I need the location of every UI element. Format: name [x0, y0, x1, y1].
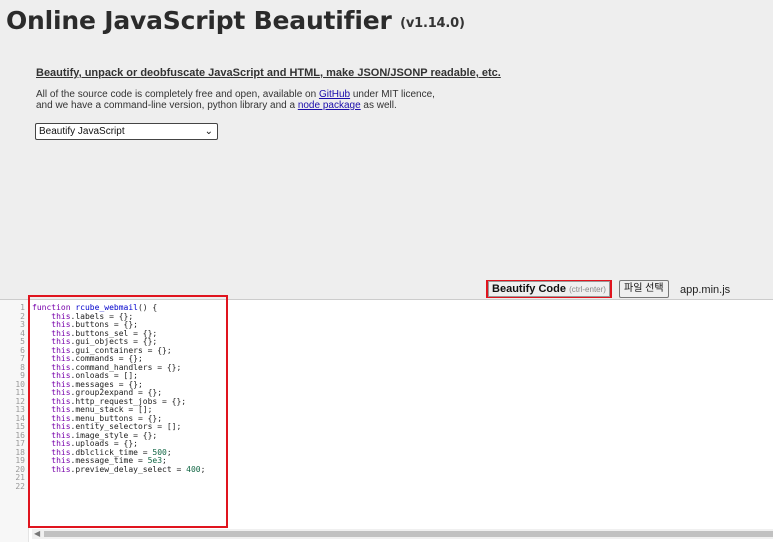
mode-select[interactable]: Beautify JavaScript ⌄	[35, 123, 218, 140]
scrollbar-thumb[interactable]	[44, 531, 773, 537]
horizontal-scrollbar[interactable]: ◀	[32, 529, 773, 539]
github-link[interactable]: GitHub	[319, 89, 350, 100]
description-line-1: All of the source code is completely fre…	[36, 89, 435, 100]
description-line-2: and we have a command-line version, pyth…	[36, 100, 397, 111]
selected-file-name: app.min.js	[680, 284, 731, 296]
node-package-link[interactable]: node package	[298, 100, 361, 111]
beautify-code-label: Beautify Code	[492, 283, 566, 295]
beautify-code-button-highlight: Beautify Code (ctrl-enter)	[486, 280, 612, 298]
description: All of the source code is completely fre…	[36, 89, 435, 111]
title-text: Online JavaScript Beautifier	[6, 6, 392, 35]
beautify-code-button[interactable]: Beautify Code (ctrl-enter)	[488, 281, 610, 297]
code-highlight-box	[28, 295, 228, 528]
line-number: 22	[15, 481, 25, 491]
scroll-left-icon[interactable]: ◀	[34, 529, 40, 539]
line-number-gutter: 1 2 3 4 5 6 7 8 9 10 11 12 13 14 15 16 17 18 19 20 21 22	[0, 300, 29, 542]
file-select-button[interactable]: 파일 선택	[619, 280, 669, 298]
beautify-shortcut-hint: (ctrl-enter)	[569, 285, 606, 294]
version-label: (v1.14.0)	[400, 16, 465, 31]
page-title: Online JavaScript Beautifier (v1.14.0)	[6, 6, 465, 35]
tagline: Beautify, unpack or deobfuscate JavaScri…	[36, 67, 501, 79]
mode-select-value: Beautify JavaScript	[39, 126, 125, 137]
chevron-down-icon: ⌄	[204, 126, 213, 137]
